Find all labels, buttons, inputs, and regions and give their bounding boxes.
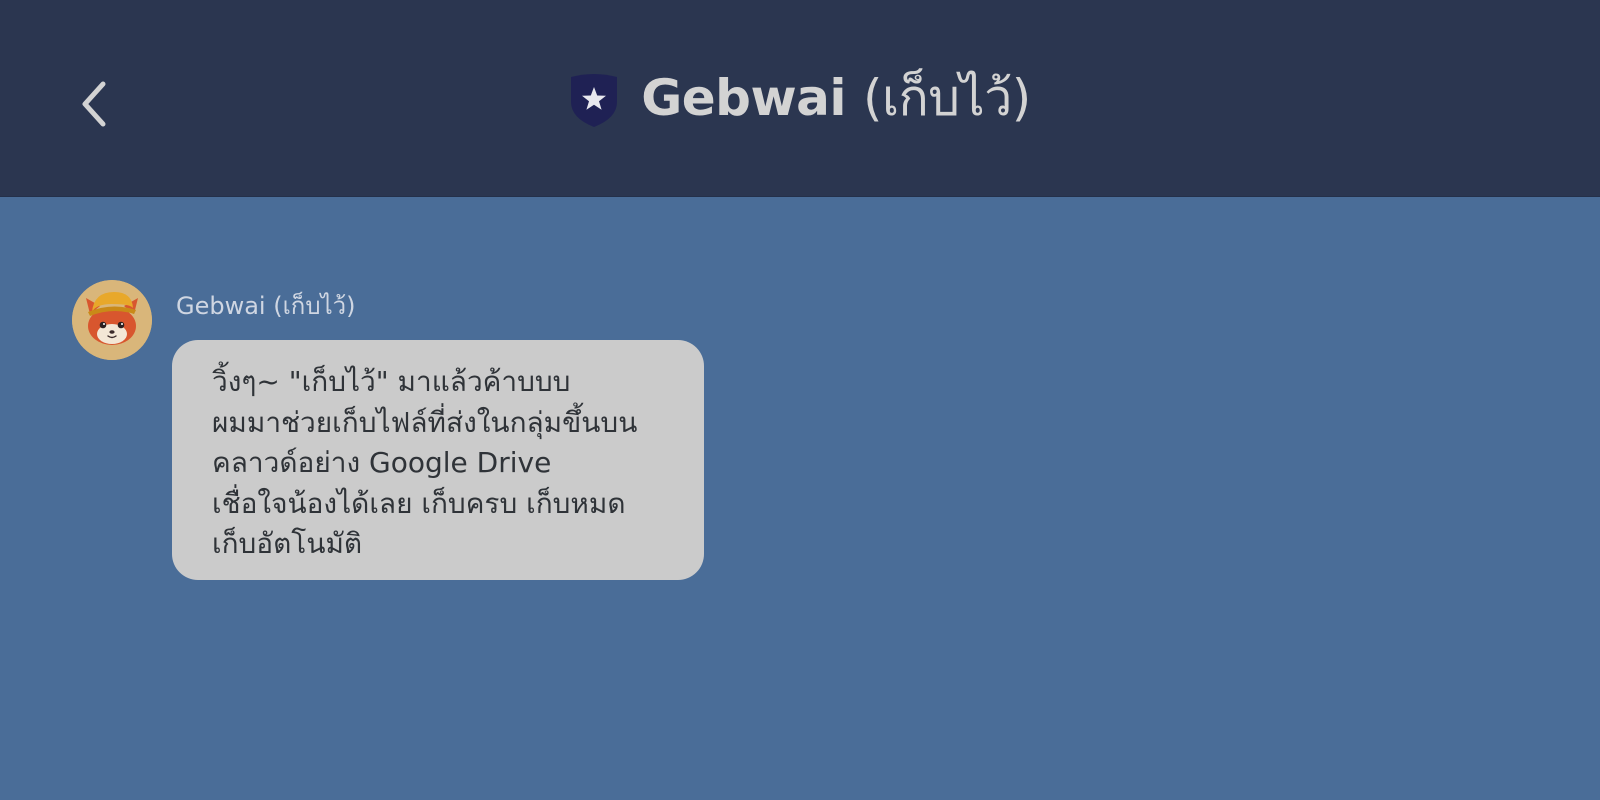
- chat-title: Gebwai (เก็บไว้): [641, 59, 1031, 138]
- message-line: คลาวด์อย่าง Google Drive: [212, 446, 552, 479]
- chat-header: Gebwai (เก็บไว้): [0, 0, 1600, 197]
- chat-title-main: Gebwai: [641, 68, 847, 127]
- message-line: เชื่อใจน้องได้เลย เก็บครบ เก็บหมด: [212, 486, 626, 520]
- message-sender-name: Gebwai (เก็บไว้): [176, 292, 356, 320]
- chat-title-thai: (เก็บไว้): [862, 68, 1031, 127]
- fox-mascot-avatar: [72, 280, 152, 360]
- message-line: วิ้งๆ~ "เก็บไว้" มาแล้วค้าบบบ: [212, 365, 571, 398]
- message-line: ผมมาช่วยเก็บไฟล์ที่ส่งในกลุ่มขึ้นบน: [212, 405, 638, 439]
- chat-title-area: Gebwai (เก็บไว้): [0, 0, 1600, 196]
- message-bubble[interactable]: วิ้งๆ~ "เก็บไว้" มาแล้วค้าบบบ ผมมาช่วยเก…: [172, 340, 704, 580]
- message-line: เก็บอัตโนมัติ: [212, 527, 363, 560]
- avatar[interactable]: [72, 280, 152, 360]
- shield-star-icon: [571, 74, 618, 127]
